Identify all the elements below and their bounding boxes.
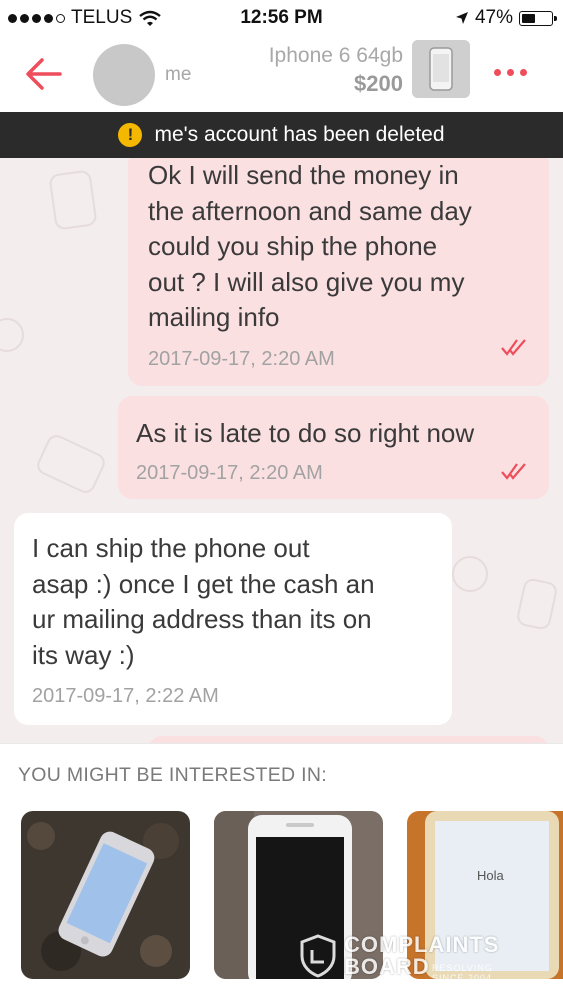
watermark-subtext: RESOLVING SINCE 2004	[432, 963, 493, 983]
background-doodle	[34, 431, 108, 497]
phone-screen-text: Hola	[477, 868, 504, 883]
background-doodle	[452, 556, 488, 592]
shield-icon	[300, 934, 336, 978]
watermark: COMPLAINTS BOARD RESOLVING SINCE 2004	[300, 934, 520, 984]
background-doodle	[0, 318, 24, 352]
background-doodle	[515, 576, 559, 632]
listing-title[interactable]: Iphone 6 64gb	[269, 44, 403, 68]
battery-level	[522, 13, 535, 23]
battery-percent: 47%	[474, 7, 513, 28]
phone-thumbnail-icon	[412, 40, 470, 98]
chat-thread[interactable]: Ok I will send the money in the afternoo…	[0, 158, 563, 743]
avatar[interactable]	[93, 44, 155, 106]
location-arrow-icon	[455, 12, 468, 24]
arrow-left-icon[interactable]	[22, 52, 66, 96]
message-timestamp: 2017-09-17, 2:20 AM	[148, 347, 335, 370]
message-text: I can ship the phone out asap :) once I …	[32, 533, 375, 670]
message-incoming[interactable]: I can ship the phone out asap :) once I …	[14, 513, 452, 725]
message-outgoing[interactable]: As it is late to do so right now 2017-09…	[118, 396, 549, 499]
iphone-on-granite-photo	[21, 811, 190, 979]
double-check-icon	[501, 463, 526, 480]
banner-text: me's account has been deleted	[154, 123, 445, 146]
status-right: 47%	[455, 7, 557, 29]
message-timestamp: 2017-09-17, 2:22 AM	[32, 685, 219, 707]
listing-thumbnail[interactable]	[412, 40, 470, 98]
recommendation-card[interactable]	[21, 811, 190, 979]
battery-icon	[519, 10, 557, 26]
warning-icon: !	[118, 123, 143, 147]
recommendations-title: YOU MIGHT BE INTERESTED IN:	[18, 764, 327, 786]
message-outgoing[interactable]: Ok I will send the money in the afternoo…	[128, 158, 549, 386]
message-outgoing-partial[interactable]	[148, 736, 549, 743]
chat-header: me Iphone 6 64gb $200	[0, 36, 563, 112]
status-bar: TELUS 12:56 PM 47%	[0, 0, 563, 36]
more-dots-icon[interactable]	[494, 60, 538, 84]
message-timestamp: 2017-09-17, 2:20 AM	[136, 461, 323, 484]
background-doodle	[48, 169, 98, 231]
listing-price: $200	[354, 71, 403, 96]
message-text: Ok I will send the money in the afternoo…	[148, 160, 472, 332]
account-deleted-banner: ! me's account has been deleted	[0, 112, 563, 158]
double-check-icon	[501, 339, 526, 356]
message-text: As it is late to do so right now	[136, 418, 475, 448]
user-name[interactable]: me	[165, 64, 191, 86]
